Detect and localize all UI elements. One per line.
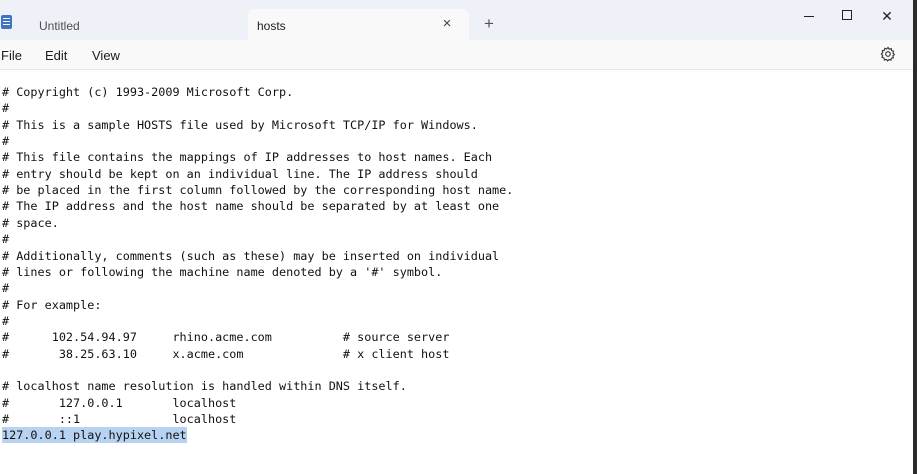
new-tab-button[interactable]: + (480, 15, 498, 33)
text-line[interactable]: # (2, 280, 9, 296)
close-window-button[interactable]: ✕ (873, 6, 901, 26)
text-line[interactable]: # space. (2, 215, 59, 231)
selected-text-line[interactable]: 127.0.0.1 play.hypixel.net (2, 427, 187, 444)
text-line[interactable]: # (2, 231, 9, 247)
text-editor[interactable]: # Copyright (c) 1993-2009 Microsoft Corp… (0, 70, 913, 474)
menu-edit[interactable]: Edit (45, 48, 67, 63)
menu-file[interactable]: File (1, 48, 22, 63)
text-line[interactable]: # (2, 100, 9, 116)
tab-label: Untitled (39, 19, 80, 33)
text-line[interactable]: # lines or following the machine name de… (2, 264, 442, 280)
maximize-icon (842, 10, 852, 20)
tab-bar: Untitled hosts × + ✕ (0, 0, 913, 40)
text-line[interactable]: # 38.25.63.10 x.acme.com # x client host (2, 346, 449, 362)
tab-untitled[interactable]: Untitled (18, 9, 246, 40)
tab-label: hosts (257, 19, 286, 33)
minimize-button[interactable] (795, 6, 823, 26)
text-line[interactable]: # 102.54.94.97 rhino.acme.com # source s… (2, 329, 449, 345)
notepad-icon (1, 15, 12, 29)
minimize-icon (804, 16, 814, 17)
text-line[interactable]: # This file contains the mappings of IP … (2, 149, 492, 165)
text-line[interactable]: # For example: (2, 297, 101, 313)
maximize-button[interactable] (833, 6, 861, 26)
text-line[interactable]: # (2, 133, 9, 149)
text-line[interactable]: # Copyright (c) 1993-2009 Microsoft Corp… (2, 84, 293, 100)
gear-icon[interactable] (880, 46, 896, 62)
menu-bar: File Edit View (0, 40, 913, 70)
notepad-window: Untitled hosts × + ✕ File Edit View # Co… (0, 0, 913, 474)
text-line[interactable]: # Additionally, comments (such as these)… (2, 248, 499, 264)
text-line[interactable]: # localhost name resolution is handled w… (2, 378, 407, 394)
tab-hosts[interactable]: hosts × (248, 9, 469, 40)
text-line[interactable]: # entry should be kept on an individual … (2, 166, 478, 182)
text-line[interactable]: # ::1 localhost (2, 411, 236, 427)
text-line[interactable]: # The IP address and the host name shoul… (2, 198, 499, 214)
tab-close-icon[interactable]: × (439, 16, 455, 32)
text-line[interactable]: # 127.0.0.1 localhost (2, 395, 236, 411)
menu-view[interactable]: View (92, 48, 120, 63)
text-line[interactable]: # (2, 313, 9, 329)
text-line[interactable]: # This is a sample HOSTS file used by Mi… (2, 117, 478, 133)
text-line[interactable]: # be placed in the first column followed… (2, 182, 513, 198)
